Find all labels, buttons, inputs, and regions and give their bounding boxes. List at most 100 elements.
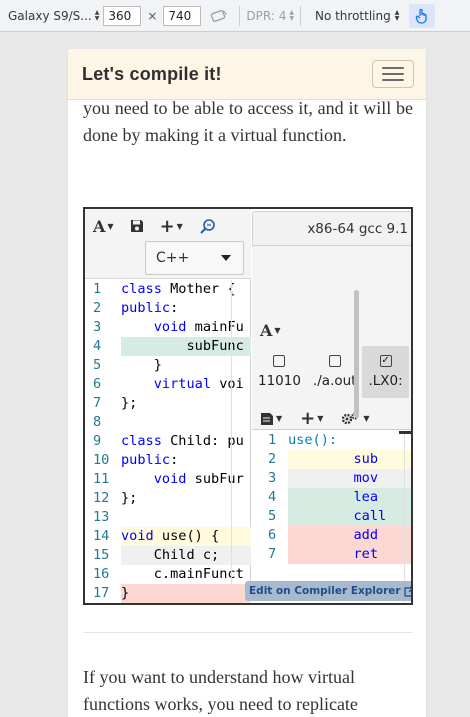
menu-toggle-button[interactable]: [372, 60, 414, 88]
section-divider: [83, 632, 413, 633]
source-code: c.mainFunct: [121, 566, 244, 582]
filter-label: .LX0:: [368, 373, 403, 389]
source-line: 12};: [85, 489, 251, 508]
line-number: 13: [93, 509, 110, 525]
filter-toggle[interactable]: 11010: [252, 346, 307, 398]
asm-line: 1 use():: [252, 431, 411, 450]
add-icon[interactable]: + ▼: [300, 408, 323, 429]
checkbox-icon: [273, 355, 286, 367]
source-code: void mainFu: [153, 319, 244, 335]
source-code: void subFur: [153, 471, 244, 487]
external-link-icon: [403, 585, 411, 597]
device-select-label: Galaxy S9/S...: [8, 8, 92, 23]
source-code: };: [121, 490, 138, 506]
language-select[interactable]: C++: [145, 241, 244, 275]
device-viewport: Let's compile it! you need to be able to…: [67, 49, 427, 717]
source-editor[interactable]: 1 class Mother {2 public: 3 void mainFu 4 su…: [85, 280, 251, 603]
width-input[interactable]: 360: [103, 5, 142, 26]
line-number: 5: [252, 507, 288, 526]
line-number: 6: [93, 376, 102, 392]
asm-line: 5 call: [252, 507, 411, 526]
output-filters: 11010 ./a.out ✓ .LX0:: [252, 346, 411, 398]
line-number: 3: [252, 469, 288, 488]
page-scrollbar-thumb[interactable]: [354, 290, 359, 418]
checkbox-checked-icon: ✓: [379, 355, 392, 367]
compiler-explorer-embed: A ▼ + ▼ C++ 1 class Mother {2 public: 3 void …: [83, 207, 413, 605]
asm-scroll-track: [404, 431, 405, 603]
source-line: 4 subFunc: [85, 337, 251, 356]
rotate-icon[interactable]: [205, 5, 233, 27]
line-number: 8: [93, 414, 102, 430]
line-number: 6: [252, 526, 288, 545]
hamburger-bar: [382, 73, 404, 75]
asm-line: 6 add: [252, 526, 411, 545]
dimension-separator: ×: [147, 8, 158, 23]
source-code: virtual voi: [153, 376, 244, 392]
line-number: 2: [93, 300, 102, 316]
line-number: 12: [93, 490, 110, 506]
save-icon[interactable]: [130, 219, 144, 233]
line-number: 1: [252, 431, 288, 450]
compiler-pane: x86-64 gcc 9.1 A ▼ 11010 ./a.out ✓ .LX0: ▼ +…: [252, 209, 411, 603]
add-icon[interactable]: + ▼: [160, 216, 183, 237]
height-input[interactable]: 740: [163, 5, 202, 26]
assembly-output[interactable]: 1 use(): 2 sub 3 mov 4 lea 5 call 6 add 7 ret: [252, 431, 411, 564]
filter-toggle[interactable]: ✓ .LX0:: [362, 346, 409, 398]
output-menu-icon[interactable]: ▼: [260, 412, 282, 426]
edit-link-label: Edit on Compiler Explorer: [249, 585, 401, 597]
line-number: 14: [93, 528, 110, 544]
line-number: 7: [252, 545, 288, 564]
compiler-tab[interactable]: x86-64 gcc 9.1: [252, 211, 411, 245]
filter-label: 11010: [258, 373, 301, 389]
zoom-icon[interactable]: [199, 218, 217, 234]
source-code: class Mother {: [121, 281, 236, 297]
compiler-toolbar: A ▼ 11010 ./a.out ✓ .LX0: ▼ + ▼ ▼: [252, 245, 411, 430]
throttling-label: No throttling: [314, 8, 391, 23]
source-line: 11 void subFur: [85, 470, 251, 489]
line-number: 17: [93, 585, 110, 601]
hamburger-bar: [382, 79, 404, 81]
font-size-icon[interactable]: A ▼: [93, 217, 114, 236]
source-pane: A ▼ + ▼ C++ 1 class Mother {2 public: 3 void …: [85, 209, 251, 603]
source-line: 2 public:: [85, 299, 251, 318]
line-number: 1: [93, 281, 102, 297]
line-number: 3: [93, 319, 102, 335]
source-code: public:: [121, 452, 179, 468]
asm-code: add: [288, 526, 411, 545]
language-label: C++: [156, 250, 190, 266]
asm-scroll-thumb[interactable]: [399, 431, 411, 434]
line-number: 9: [93, 433, 102, 449]
line-number: 4: [252, 488, 288, 507]
select-arrows-icon: ▲ ▼: [94, 8, 100, 22]
select-arrows-icon: ▲ ▼: [394, 8, 400, 22]
filter-label: ./a.out: [312, 373, 357, 389]
source-scroll-track: [231, 280, 232, 600]
line-number: 15: [93, 547, 110, 563]
dpr-label: DPR: 4: [246, 8, 287, 23]
throttling-select[interactable]: No throttling ▲ ▼: [307, 9, 407, 23]
source-line: 10 public:: [85, 451, 251, 470]
source-line: 9 class Child: pu: [85, 432, 251, 451]
source-line: 15 Child c;: [85, 546, 251, 565]
select-arrows-icon: ▲ ▼: [289, 8, 294, 22]
site-navbar: Let's compile it!: [68, 49, 426, 100]
source-toolbar: A ▼ + ▼ C++: [85, 209, 251, 279]
article-paragraph: you need to be able to access it, and it…: [83, 98, 413, 145]
source-line: 14 void use() {: [85, 527, 251, 546]
asm-line: 2 sub: [252, 450, 411, 469]
source-code: class Child: pu: [121, 433, 244, 449]
line-number: 16: [93, 566, 110, 582]
asm-code: use():: [288, 432, 338, 448]
touch-icon[interactable]: [409, 3, 436, 28]
source-line: 8: [85, 413, 251, 432]
toolbar-divider: [239, 5, 241, 26]
toolbar-divider: [299, 5, 301, 26]
asm-code: sub: [288, 450, 411, 469]
site-brand[interactable]: Let's compile it!: [82, 64, 222, 85]
source-line: 6 virtual voi: [85, 375, 251, 394]
device-select[interactable]: Galaxy S9/S... ▲ ▼: [0, 6, 103, 26]
edit-on-compiler-explorer-link[interactable]: Edit on Compiler Explorer: [245, 581, 411, 601]
font-size-icon[interactable]: A ▼: [260, 321, 281, 340]
line-number: 7: [93, 395, 102, 411]
dpr-select[interactable]: DPR: 4 ▲ ▼: [246, 9, 294, 23]
